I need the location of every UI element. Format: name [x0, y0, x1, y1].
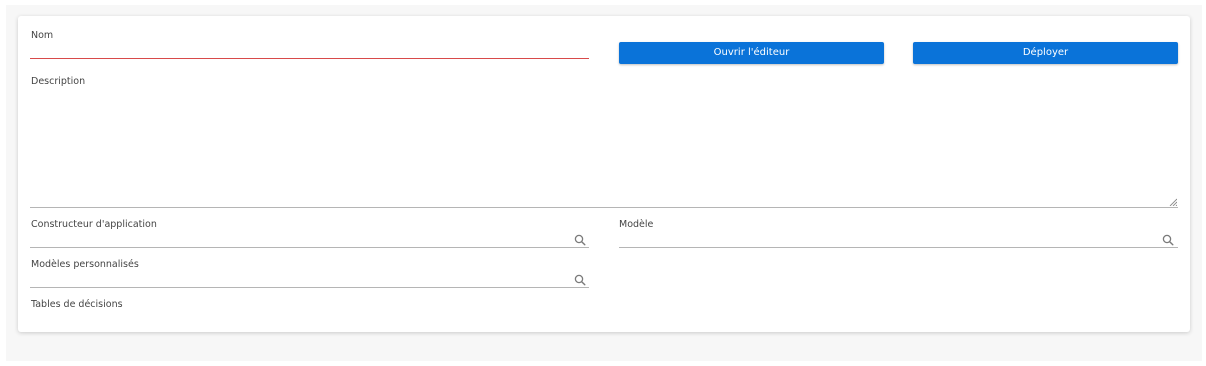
nom-input[interactable] [30, 42, 589, 58]
modele-label: Modèle [619, 219, 654, 230]
open-editor-button[interactable]: Ouvrir l'éditeur [619, 42, 884, 64]
description-textarea[interactable] [30, 90, 1178, 206]
constructeur-underline [30, 247, 589, 248]
nom-underline [30, 58, 589, 59]
tables-decisions-label: Tables de décisions [31, 299, 123, 310]
description-label: Description [31, 76, 86, 87]
modele-underline [619, 247, 1178, 248]
constructeur-label: Constructeur d'application [31, 219, 157, 230]
deploy-button[interactable]: Déployer [913, 42, 1178, 64]
modeles-personnalises-label: Modèles personnalisés [31, 259, 139, 270]
description-underline [30, 207, 1178, 208]
nom-label: Nom [31, 30, 54, 41]
resize-handle-icon[interactable] [1169, 198, 1177, 206]
search-icon[interactable] [574, 274, 586, 286]
constructeur-input[interactable] [30, 230, 570, 246]
modeles-personnalises-input[interactable] [30, 270, 570, 286]
search-icon[interactable] [1162, 234, 1174, 246]
modeles-personnalises-underline [30, 287, 589, 288]
form-card: Nom Ouvrir l'éditeur Déployer Descriptio… [18, 16, 1190, 332]
search-icon[interactable] [574, 234, 586, 246]
modele-input[interactable] [619, 230, 1159, 246]
